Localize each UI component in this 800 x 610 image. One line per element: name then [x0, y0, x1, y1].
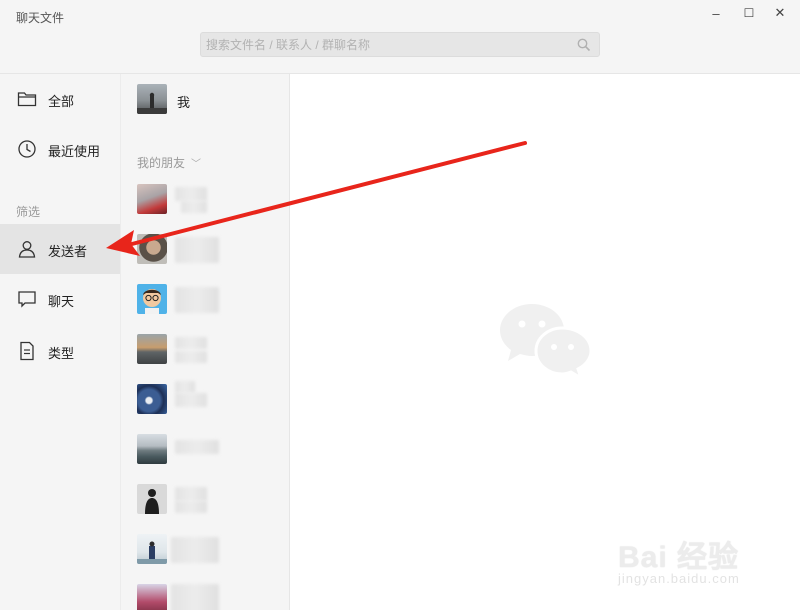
watermark-brand: Bai 经验: [618, 541, 740, 574]
search-icon[interactable]: [577, 38, 591, 55]
sidebar-item-sender[interactable]: 发送者: [0, 224, 120, 274]
avatar: [137, 234, 167, 264]
blurred-name: [175, 287, 219, 313]
blurred-name: [175, 237, 219, 263]
maximize-button[interactable]: ☐: [736, 3, 762, 23]
avatar: [137, 434, 167, 464]
watermark: Bai 经验 jingyan.baidu.com: [612, 522, 772, 602]
blurred-name: [171, 537, 219, 563]
sidebar-item-label: 全部: [48, 94, 75, 109]
sender-item[interactable]: [121, 374, 289, 424]
sender-list: 我 我的朋友 ﹀: [120, 74, 290, 610]
title-bar: 聊天文件 – ☐ ✕: [0, 0, 800, 74]
sidebar-item-recent[interactable]: 最近使用: [0, 124, 120, 174]
blurred-name: [171, 584, 219, 610]
sender-item[interactable]: [121, 424, 289, 474]
blurred-name: [175, 440, 219, 454]
window-title: 聊天文件: [16, 11, 65, 25]
blurred-name: [175, 501, 207, 513]
sidebar: 全部 最近使用 筛选 发送者 聊天 类型: [0, 74, 120, 610]
sidebar-item-type[interactable]: 类型: [0, 326, 120, 376]
sidebar-item-label: 发送者: [48, 244, 88, 259]
search-input[interactable]: [201, 33, 571, 56]
blurred-name: [175, 487, 207, 501]
chat-bubble-icon: [17, 289, 37, 309]
sender-item[interactable]: [121, 474, 289, 524]
avatar: [137, 384, 167, 414]
friends-group-label: 我的朋友: [137, 156, 186, 170]
avatar: [137, 284, 167, 314]
sender-item[interactable]: [121, 524, 289, 574]
wechat-logo-icon: [500, 304, 593, 382]
person-icon: [17, 239, 37, 259]
blurred-name: [181, 201, 207, 213]
friends-group-header[interactable]: 我的朋友 ﹀: [137, 154, 201, 171]
sidebar-item-chat[interactable]: 聊天: [0, 274, 120, 324]
close-button[interactable]: ✕: [767, 3, 793, 23]
sender-item[interactable]: [121, 324, 289, 374]
sidebar-item-label: 类型: [48, 346, 75, 361]
chevron-down-icon: ﹀: [191, 159, 202, 170]
filter-section-label: 筛选: [16, 205, 41, 219]
avatar: [137, 184, 167, 214]
blurred-name: [175, 393, 207, 407]
sender-item[interactable]: [121, 274, 289, 324]
blurred-name: [175, 337, 207, 349]
blurred-name: [175, 381, 195, 393]
watermark-url: jingyan.baidu.com: [618, 571, 740, 586]
document-icon: [17, 341, 37, 361]
sender-item-me[interactable]: 我: [121, 74, 289, 124]
sidebar-item-label: 聊天: [48, 294, 75, 309]
clock-icon: [17, 139, 37, 159]
sender-name: 我: [177, 95, 191, 110]
blurred-name: [175, 187, 207, 201]
blurred-name: [175, 351, 207, 363]
sender-item[interactable]: [121, 574, 289, 610]
sidebar-item-label: 最近使用: [48, 144, 101, 159]
avatar: [137, 534, 167, 564]
sender-item[interactable]: [121, 224, 289, 274]
avatar: [137, 484, 167, 514]
sidebar-item-all[interactable]: 全部: [0, 74, 120, 124]
avatar: [137, 584, 167, 610]
sender-item[interactable]: [121, 174, 289, 224]
minimize-button[interactable]: –: [703, 3, 729, 23]
avatar: [137, 334, 167, 364]
folder-icon: [17, 89, 37, 109]
avatar: [137, 84, 167, 114]
search-box[interactable]: [200, 32, 600, 57]
